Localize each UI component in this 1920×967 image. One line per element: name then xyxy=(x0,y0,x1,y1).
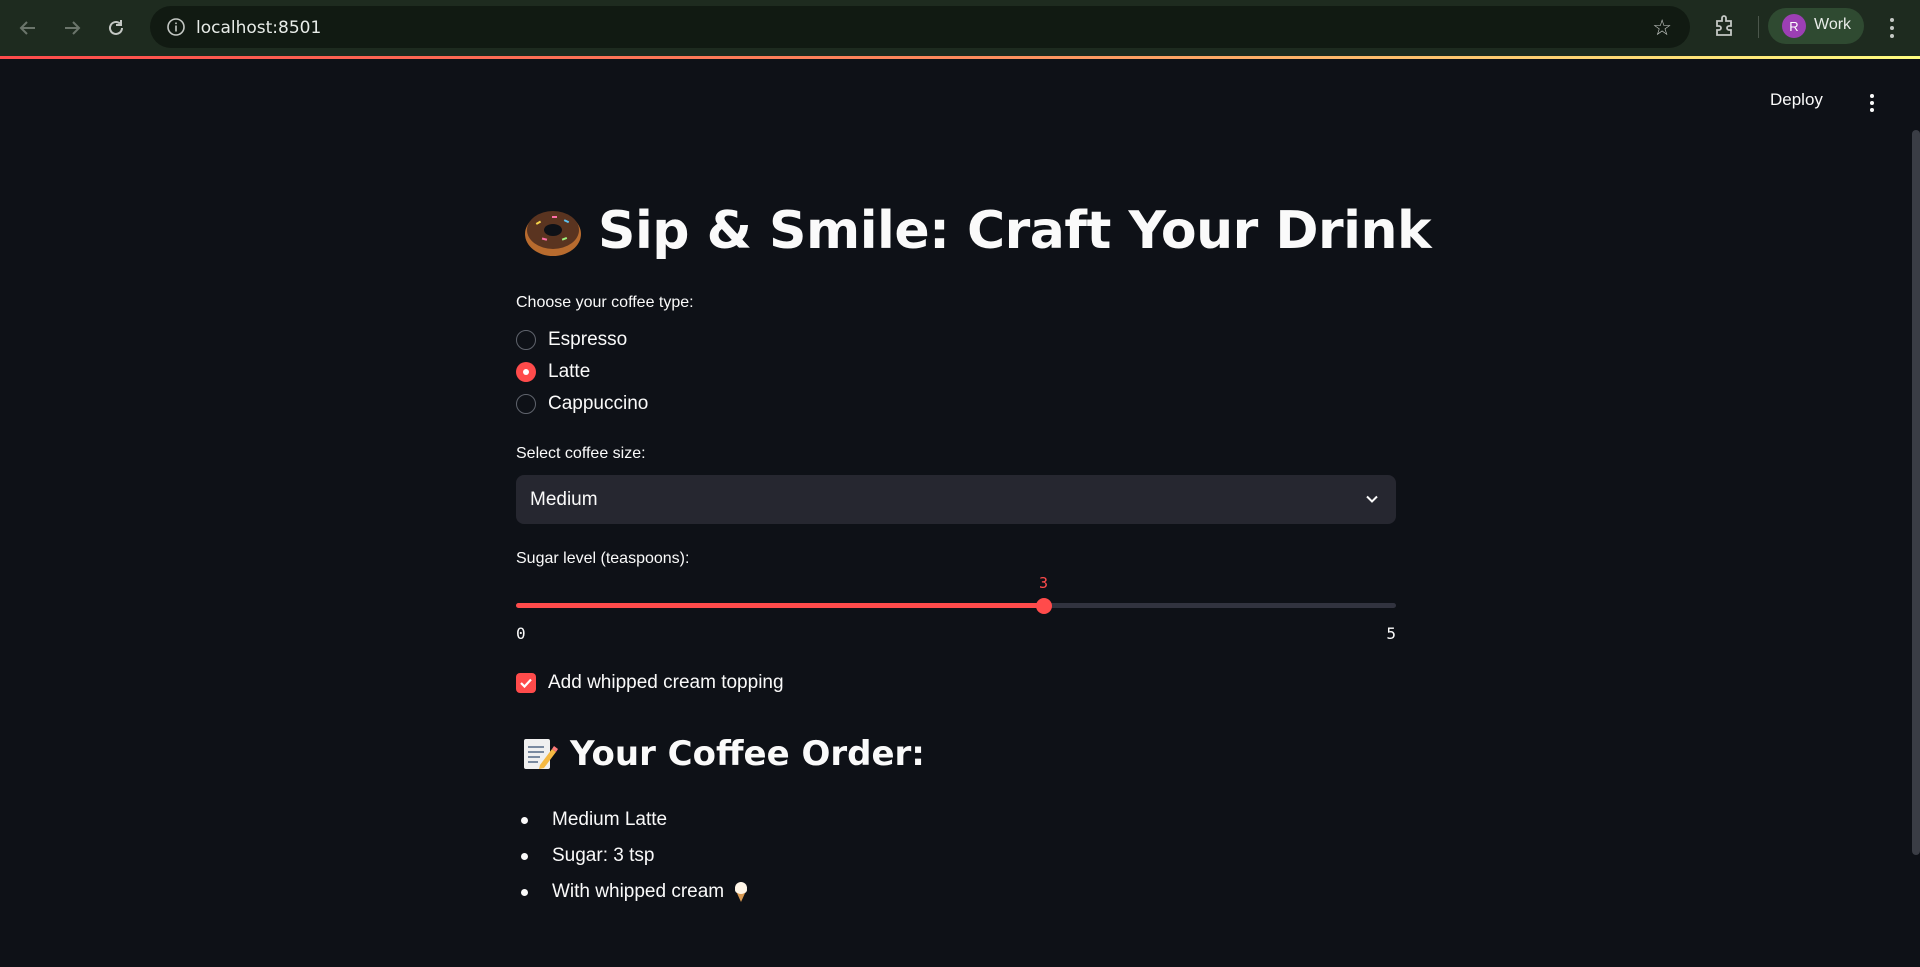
address-bar[interactable]: localhost:8501 ☆ xyxy=(150,6,1690,48)
reload-icon xyxy=(109,20,123,35)
size-select-value: Medium xyxy=(530,489,598,510)
radio-option-latte[interactable]: Latte xyxy=(516,361,590,383)
header-decoration xyxy=(0,56,1920,59)
browser-menu-icon[interactable] xyxy=(1880,12,1904,44)
order-heading: Your Coffee Order: xyxy=(520,734,925,774)
arrow-left-icon xyxy=(19,21,35,35)
sugar-label: Sugar level (teaspoons): xyxy=(516,550,690,567)
list-item-text: Sugar: 3 tsp xyxy=(552,845,655,866)
radio-label: Cappuccino xyxy=(548,393,649,414)
slider-min: 0 xyxy=(516,624,526,643)
radio-label: Espresso xyxy=(548,329,628,350)
page-title-text: Sip & Smile: Craft Your Drink xyxy=(598,201,1432,261)
list-item: Sugar: 3 tsp xyxy=(516,838,750,874)
order-heading-text: Your Coffee Order: xyxy=(570,734,925,774)
forward-button[interactable] xyxy=(56,12,88,44)
page-title: Sip & Smile: Craft Your Drink xyxy=(522,200,1432,262)
coffee-type-label: Choose your coffee type: xyxy=(516,294,694,311)
radio-option-espresso[interactable]: Espresso xyxy=(516,329,627,351)
list-item-text: Medium Latte xyxy=(552,809,668,830)
sugar-slider-fill xyxy=(516,603,1044,608)
checkmark-icon xyxy=(520,678,532,689)
scrollbar[interactable] xyxy=(1912,130,1920,855)
profile-label: Work xyxy=(1814,16,1852,33)
size-select[interactable]: Medium xyxy=(516,475,1396,524)
bookmark-star-icon[interactable]: ☆ xyxy=(1652,15,1672,41)
sugar-slider-thumb[interactable] xyxy=(1036,598,1052,614)
radio-label: Latte xyxy=(548,361,591,382)
donut-icon xyxy=(525,211,581,256)
radio-button-selected[interactable] xyxy=(516,362,536,382)
deploy-button[interactable]: Deploy xyxy=(1770,90,1823,110)
ice-cream-icon xyxy=(735,882,748,902)
sugar-slider-track[interactable] xyxy=(516,603,1396,608)
slider-value: 3 xyxy=(1039,574,1049,592)
chevron-down-icon xyxy=(1366,495,1378,503)
whipped-cream-checkbox-row[interactable]: Add whipped cream topping xyxy=(516,672,784,694)
toolbar-divider xyxy=(1758,16,1759,38)
avatar: R xyxy=(1782,14,1806,38)
app-menu-icon[interactable] xyxy=(1862,92,1882,114)
profile-button[interactable]: R Work xyxy=(1768,8,1864,44)
back-button[interactable] xyxy=(12,12,44,44)
radio-button[interactable] xyxy=(516,394,536,414)
whipped-cream-checkbox[interactable] xyxy=(516,673,536,693)
site-info-icon[interactable] xyxy=(166,17,186,37)
size-label: Select coffee size: xyxy=(516,445,646,462)
memo-icon xyxy=(524,739,558,769)
reload-button[interactable] xyxy=(100,12,132,44)
list-item-text: With whipped cream xyxy=(552,881,725,902)
order-list: Medium Latte Sugar: 3 tsp With whipped c… xyxy=(516,802,750,910)
radio-option-cappuccino[interactable]: Cappuccino xyxy=(516,393,648,415)
checkbox-label: Add whipped cream topping xyxy=(548,672,784,693)
list-item: Medium Latte xyxy=(516,802,750,838)
browser-toolbar: localhost:8501 ☆ R Work xyxy=(0,0,1920,56)
extensions-icon[interactable] xyxy=(1710,12,1740,42)
arrow-right-icon xyxy=(65,21,81,35)
radio-button[interactable] xyxy=(516,330,536,350)
list-item: With whipped cream xyxy=(516,874,750,910)
url-text[interactable]: localhost:8501 xyxy=(196,18,321,38)
slider-max: 5 xyxy=(1386,624,1396,643)
